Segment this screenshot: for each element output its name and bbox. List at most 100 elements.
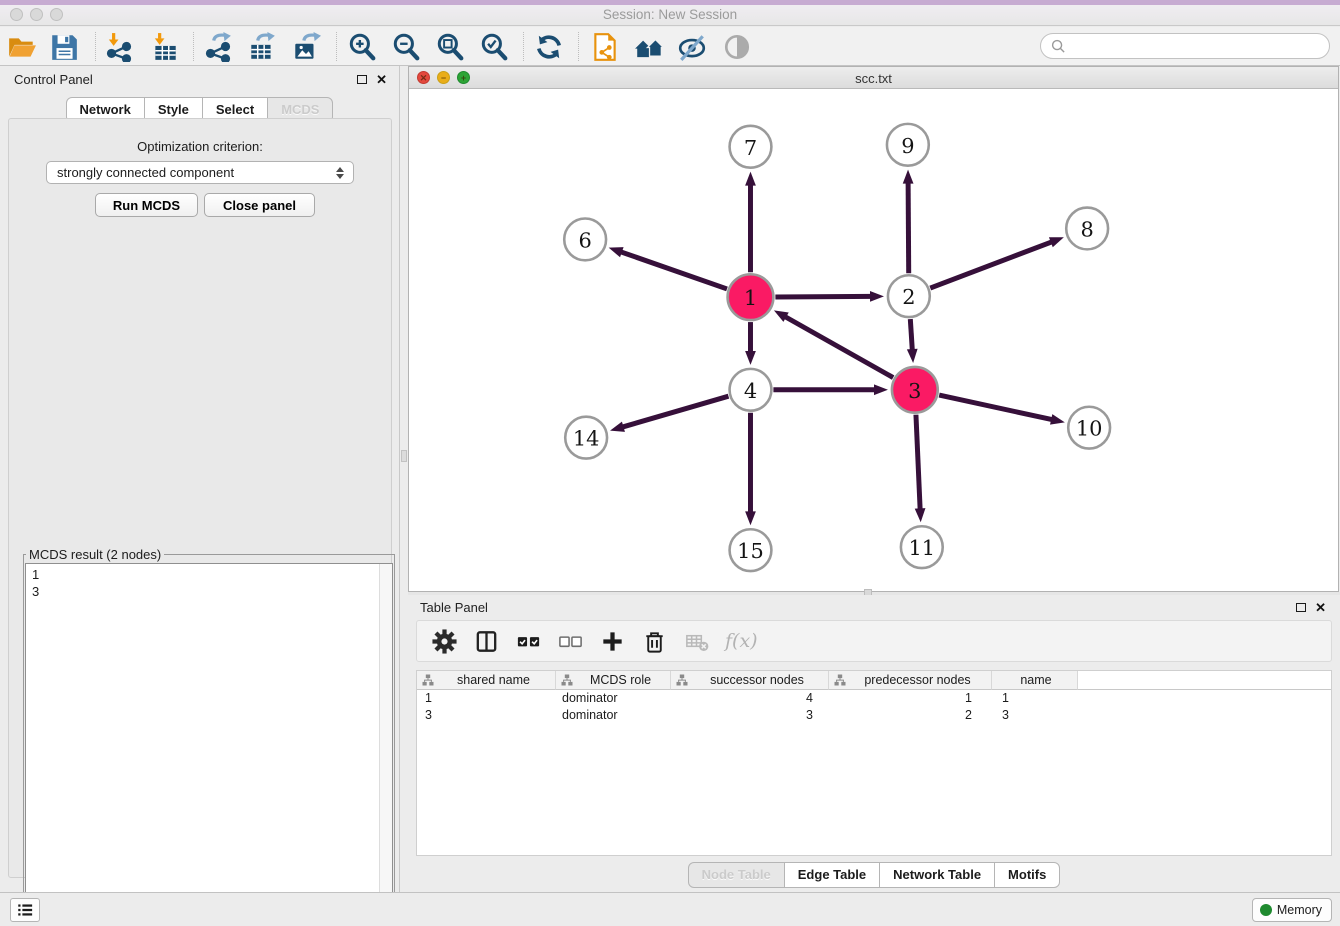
zoom-in-icon[interactable] bbox=[345, 30, 379, 64]
graph-edge-1-2[interactable] bbox=[775, 296, 872, 297]
graph-edge-2-9[interactable] bbox=[908, 182, 909, 274]
cell-shared-name[interactable]: 3 bbox=[417, 708, 556, 722]
network-window-titlebar[interactable]: ✕ − + scc.txt bbox=[409, 67, 1338, 89]
table-row[interactable]: 1 dominator 4 1 1 bbox=[417, 690, 1331, 707]
panel-menu-button[interactable] bbox=[10, 898, 40, 922]
column-header-successor-nodes[interactable]: successor nodes bbox=[671, 671, 829, 690]
cell-name[interactable]: 3 bbox=[992, 708, 1078, 722]
graph-edge-2-8[interactable] bbox=[930, 242, 1052, 289]
graph-edge-arrowhead bbox=[907, 349, 918, 363]
main-toolbar bbox=[0, 27, 1340, 66]
float-panel-icon[interactable] bbox=[1296, 603, 1306, 612]
import-network-icon[interactable] bbox=[102, 30, 136, 64]
table-toolbar: f(x) bbox=[416, 620, 1332, 662]
criterion-select[interactable]: strongly connected component bbox=[46, 161, 354, 184]
mcds-result-textarea[interactable]: 1 3 bbox=[25, 563, 393, 921]
tab-edge-table[interactable]: Edge Table bbox=[784, 862, 880, 888]
cell-name[interactable]: 1 bbox=[992, 691, 1078, 705]
new-network-from-selection-icon[interactable] bbox=[588, 30, 622, 64]
import-table-icon[interactable] bbox=[148, 30, 182, 64]
tab-motifs[interactable]: Motifs bbox=[994, 862, 1060, 888]
network-window-title: scc.txt bbox=[409, 71, 1338, 86]
memory-button[interactable]: Memory bbox=[1252, 898, 1332, 922]
graph-edge-4-14[interactable] bbox=[622, 396, 729, 427]
refresh-layout-icon[interactable] bbox=[532, 30, 566, 64]
function-builder-icon[interactable]: f(x) bbox=[725, 630, 758, 652]
header-filler bbox=[1078, 671, 1331, 690]
graph-edge-3-11[interactable] bbox=[916, 415, 920, 511]
column-header-shared-name[interactable]: shared name bbox=[417, 671, 556, 690]
delete-table-icon[interactable] bbox=[683, 628, 710, 655]
select-all-checkbox-icon[interactable] bbox=[515, 628, 542, 655]
cell-successor-nodes[interactable]: 3 bbox=[671, 708, 829, 722]
graph-edge-3-1[interactable] bbox=[784, 316, 893, 377]
show-all-networks-icon[interactable] bbox=[632, 30, 666, 64]
search-box[interactable] bbox=[1040, 33, 1330, 59]
zoom-selected-icon[interactable] bbox=[477, 30, 511, 64]
mcds-result-line: 1 bbox=[32, 566, 386, 583]
column-header-name[interactable]: name bbox=[992, 671, 1078, 690]
list-icon bbox=[16, 901, 34, 919]
graph-node-label: 11 bbox=[909, 536, 936, 560]
tab-network-table[interactable]: Network Table bbox=[879, 862, 995, 888]
graph-edge-arrowhead bbox=[745, 351, 756, 365]
run-mcds-button[interactable]: Run MCDS bbox=[95, 193, 198, 217]
column-type-icon bbox=[561, 674, 573, 686]
cell-shared-name[interactable]: 1 bbox=[417, 691, 556, 705]
deselect-all-checkbox-icon[interactable] bbox=[557, 628, 584, 655]
cell-mcds-role[interactable]: dominator bbox=[556, 708, 671, 722]
column-header-mcds-role[interactable]: MCDS role bbox=[556, 671, 671, 690]
graph-node-label: 9 bbox=[901, 134, 914, 158]
graph-edge-arrowhead bbox=[1050, 414, 1065, 425]
network-canvas[interactable]: 7968124314101511 bbox=[409, 89, 1338, 591]
graph-edge-1-6[interactable] bbox=[620, 252, 727, 289]
toolbar-separator bbox=[578, 32, 579, 61]
open-session-icon[interactable] bbox=[5, 30, 39, 64]
save-session-icon[interactable] bbox=[47, 30, 81, 64]
table-panel: Table Panel ✕ bbox=[408, 595, 1340, 892]
graph-node-label: 1 bbox=[744, 286, 757, 310]
table-row[interactable]: 3 dominator 3 2 3 bbox=[417, 707, 1331, 724]
export-image-icon[interactable] bbox=[289, 30, 323, 64]
float-panel-icon[interactable] bbox=[357, 75, 367, 84]
mcds-result-group: MCDS result (2 nodes) 1 3 bbox=[23, 547, 395, 923]
cell-predecessor-nodes[interactable]: 1 bbox=[829, 691, 992, 705]
toolbar-separator bbox=[95, 32, 96, 61]
tab-node-table[interactable]: Node Table bbox=[688, 862, 785, 888]
search-input[interactable] bbox=[1072, 39, 1319, 54]
result-scrollbar[interactable] bbox=[379, 564, 392, 920]
cell-mcds-role[interactable]: dominator bbox=[556, 691, 671, 705]
status-bar: Memory bbox=[0, 892, 1340, 926]
column-header-predecessor-nodes[interactable]: predecessor nodes bbox=[829, 671, 992, 690]
graph-node-label: 8 bbox=[1080, 217, 1093, 241]
vertical-splitter-grip[interactable] bbox=[401, 450, 407, 462]
graph-edge-2-3[interactable] bbox=[910, 319, 912, 351]
hide-selected-icon[interactable] bbox=[675, 30, 709, 64]
mcds-result-title: MCDS result (2 nodes) bbox=[26, 547, 164, 562]
control-panel: Control Panel ✕ Network Style Select MCD… bbox=[0, 66, 400, 892]
close-panel-icon[interactable]: ✕ bbox=[1315, 601, 1326, 614]
show-columns-icon[interactable] bbox=[473, 628, 500, 655]
zoom-fit-icon[interactable] bbox=[433, 30, 467, 64]
memory-status-icon bbox=[1260, 904, 1272, 916]
table-settings-icon[interactable] bbox=[431, 628, 458, 655]
window-title: Session: New Session bbox=[0, 7, 1340, 22]
toolbar-separator bbox=[193, 32, 194, 61]
zoom-out-icon[interactable] bbox=[389, 30, 423, 64]
node-table: shared name MCDS role successor nodes pr… bbox=[416, 670, 1332, 856]
delete-column-icon[interactable] bbox=[641, 628, 668, 655]
table-header-row: shared name MCDS role successor nodes pr… bbox=[417, 671, 1331, 690]
add-column-icon[interactable] bbox=[599, 628, 626, 655]
close-panel-icon[interactable]: ✕ bbox=[376, 73, 387, 86]
search-icon bbox=[1051, 39, 1066, 54]
graph-edge-3-10[interactable] bbox=[939, 395, 1053, 420]
export-network-icon[interactable] bbox=[201, 30, 235, 64]
show-hidden-icon[interactable] bbox=[720, 30, 754, 64]
table-tabs: Node Table Edge Table Network Table Moti… bbox=[408, 862, 1340, 888]
close-panel-button[interactable]: Close panel bbox=[204, 193, 315, 217]
export-table-icon[interactable] bbox=[245, 30, 279, 64]
cell-successor-nodes[interactable]: 4 bbox=[671, 691, 829, 705]
cell-predecessor-nodes[interactable]: 2 bbox=[829, 708, 992, 722]
toolbar-separator bbox=[523, 32, 524, 61]
graph-node-label: 15 bbox=[737, 539, 764, 563]
